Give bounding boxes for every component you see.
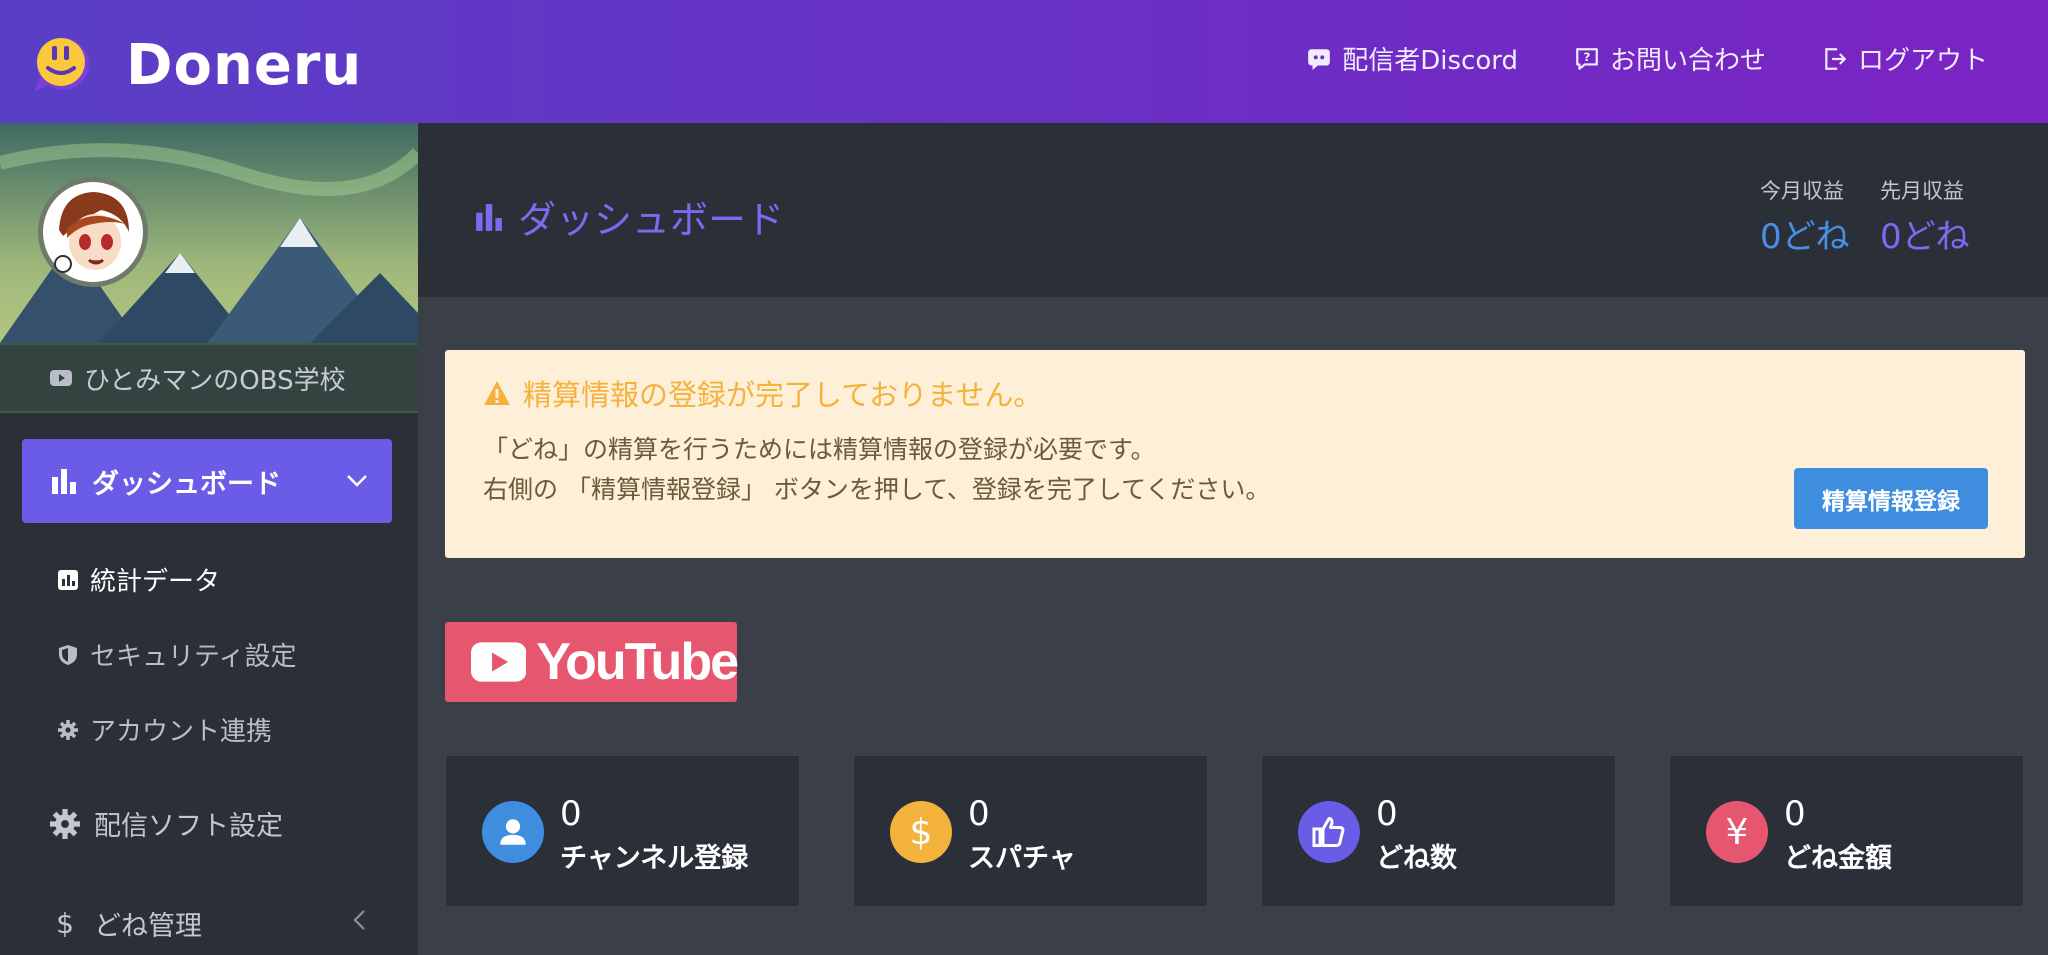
user-icon xyxy=(482,801,544,863)
top-header: Doneru 配信者Discord ? お問い合わせ ログアウト xyxy=(0,0,2048,123)
stats-icon xyxy=(58,569,78,590)
stat-done-count-value: 0 xyxy=(1376,794,1398,834)
stat-superchat-value: 0 xyxy=(968,794,990,834)
revenue-last-month-value: 0どね xyxy=(1880,217,1970,257)
nav-contact-label: お問い合わせ xyxy=(1609,46,1766,76)
youtube-small-icon xyxy=(50,370,72,386)
warning-icon xyxy=(484,381,510,405)
page-header: ダッシュボード 今月収益 0どね 先月収益 0どね xyxy=(418,123,2048,297)
page-title: ダッシュボード xyxy=(474,189,784,244)
revenue-this-month-value: 0どね xyxy=(1760,217,1850,257)
stat-subscribers-value: 0 xyxy=(560,794,582,834)
stat-superchat-label: スパチャ xyxy=(968,843,1076,874)
alert-line-2: 右側の 「精算情報登録」 ボタンを押して、登録を完了してください。 xyxy=(483,475,1271,504)
svg-text:?: ? xyxy=(1584,50,1591,64)
bar-chart-icon xyxy=(52,469,76,494)
sidebar-item-security[interactable]: セキュリティ設定 xyxy=(58,636,296,673)
revenue-last-month: 先月収益 0どね xyxy=(1880,175,1970,258)
gear-icon xyxy=(58,719,78,740)
stat-card-done-count: 0 どね数 xyxy=(1261,755,1616,907)
sidebar-item-account-link-label: アカウント連携 xyxy=(90,717,273,747)
sidebar-item-dashboard-label: ダッシュボード xyxy=(92,468,281,500)
sidebar-item-done-management-label: どね管理 xyxy=(94,911,202,942)
channel-name-row[interactable]: ひとみマンのOBS学校 xyxy=(0,345,418,411)
settlement-warning-alert: 精算情報の登録が完了しておりません。 「どね」の精算を行うためには精算情報の登録… xyxy=(445,350,2025,558)
nav-contact[interactable]: ? お問い合わせ xyxy=(1574,40,1766,77)
yen-icon: ¥ xyxy=(1706,801,1768,863)
page-title-text: ダッシュボード xyxy=(518,198,785,242)
stat-card-subscribers: 0 チャンネル登録 xyxy=(445,755,800,907)
profile-banner: ひとみマンのOBS学校 xyxy=(0,123,418,413)
thumbs-up-icon xyxy=(1298,801,1360,863)
discord-icon xyxy=(1308,48,1331,70)
sidebar: ひとみマンのOBS学校 ダッシュボード 統計データ セキュリティ設定 アカウント… xyxy=(0,123,418,955)
stat-done-amount-value: 0 xyxy=(1784,794,1806,834)
shield-icon xyxy=(59,644,77,665)
stat-done-amount-label: どね金額 xyxy=(1784,843,1892,874)
revenue-this-month-label: 今月収益 xyxy=(1760,179,1844,203)
stat-card-superchat: $ 0 スパチャ xyxy=(853,755,1208,907)
settlement-register-button[interactable]: 精算情報登録 xyxy=(1794,468,1988,529)
logo-text: Doneru xyxy=(126,32,363,98)
sidebar-item-streaming-software-label: 配信ソフト設定 xyxy=(94,811,283,842)
nav-discord[interactable]: 配信者Discord xyxy=(1306,40,1518,77)
stat-done-count-label: どね数 xyxy=(1376,843,1457,874)
sidebar-item-statistics-label: 統計データ xyxy=(90,567,221,597)
youtube-badge[interactable]: YouTube xyxy=(445,622,739,702)
stat-card-done-amount: ¥ 0 どね金額 xyxy=(1669,755,2024,907)
revenue-this-month: 今月収益 0どね xyxy=(1760,175,1850,258)
sidebar-item-dashboard[interactable]: ダッシュボード xyxy=(22,439,392,523)
nav-discord-label: 配信者Discord xyxy=(1342,46,1518,76)
youtube-play-icon xyxy=(471,642,527,682)
chevron-left-icon xyxy=(353,910,365,930)
bar-chart-icon xyxy=(476,203,502,231)
youtube-logo-text: YouTube xyxy=(536,633,739,691)
logo[interactable]: Doneru xyxy=(30,30,362,100)
sidebar-item-account-link[interactable]: アカウント連携 xyxy=(58,711,272,748)
sidebar-item-done-management[interactable]: $ どね管理 xyxy=(50,904,370,943)
dollar-icon: $ xyxy=(56,907,74,940)
dollar-icon: $ xyxy=(890,801,952,863)
header-nav: 配信者Discord ? お問い合わせ ログアウト xyxy=(1306,40,1988,77)
chevron-down-icon xyxy=(347,475,367,487)
channel-name: ひとみマンのOBS学校 xyxy=(84,365,346,396)
logout-icon xyxy=(1825,47,1847,70)
logo-mark-icon xyxy=(30,34,92,96)
stat-subscribers-label: チャンネル登録 xyxy=(560,843,749,874)
alert-line-1: 「どね」の精算を行うためには精算情報の登録が必要です。 xyxy=(483,435,1156,464)
alert-title: 精算情報の登録が完了しておりません。 xyxy=(483,372,1042,414)
sidebar-item-security-label: セキュリティ設定 xyxy=(90,642,297,672)
revenue-last-month-label: 先月収益 xyxy=(1880,179,1964,203)
question-bubble-icon: ? xyxy=(1576,47,1598,70)
avatar-character-image xyxy=(43,182,143,282)
avatar[interactable] xyxy=(38,177,148,287)
sidebar-item-streaming-software[interactable]: 配信ソフト設定 xyxy=(50,804,283,843)
sidebar-item-statistics[interactable]: 統計データ xyxy=(58,561,220,598)
nav-logout-label: ログアウト xyxy=(1857,46,1988,76)
gear-icon xyxy=(50,808,80,839)
alert-title-text: 精算情報の登録が完了しておりません。 xyxy=(523,378,1043,412)
nav-logout[interactable]: ログアウト xyxy=(1822,40,1988,77)
